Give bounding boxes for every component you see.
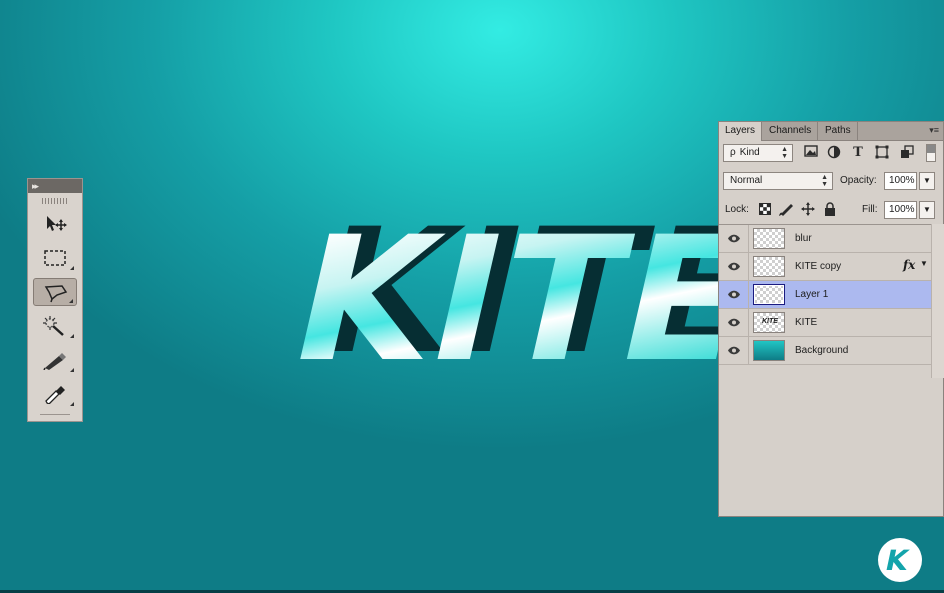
move-tool-icon (47, 216, 67, 231)
tab-channels[interactable]: Channels (763, 122, 819, 140)
blend-mode-select[interactable]: Normal ▲ ▼ (723, 172, 833, 190)
select-arrows-icon: ▲ ▼ (821, 174, 828, 188)
panel-grip[interactable] (42, 198, 68, 204)
pen-tool-button[interactable] (33, 346, 77, 374)
layer-thumbnail[interactable] (753, 340, 785, 361)
lock-transparent-pixels-icon[interactable] (759, 203, 771, 218)
polygonal-lasso-tool-button[interactable] (33, 278, 77, 306)
search-icon: ρ (730, 147, 736, 158)
layer-thumbnail[interactable] (753, 284, 785, 305)
layer-row-background[interactable]: Background (719, 337, 931, 365)
layer-visibility-toggle[interactable] (719, 281, 749, 308)
blend-mode-value: Normal (730, 175, 763, 186)
layers-list: blur KITE copy fx ▼ Layer 1 KITE KITE Ba… (719, 225, 931, 370)
opacity-label: Opacity: (840, 175, 877, 186)
filter-kind-label: Kind (739, 147, 760, 158)
layers-scrollbar[interactable] (931, 224, 944, 378)
fill-input[interactable]: 100% (884, 201, 917, 219)
eyedropper-tool-button[interactable] (33, 380, 77, 408)
magic-wand-icon (43, 316, 64, 336)
layer-name[interactable]: KITE copy (795, 260, 841, 273)
tool-flyout-indicator (70, 402, 74, 406)
lock-all-icon[interactable] (824, 202, 836, 219)
tool-flyout-indicator (69, 299, 73, 303)
magic-wand-tool-button[interactable] (33, 312, 77, 340)
layer-thumbnail[interactable] (753, 228, 785, 249)
marquee-tool-button[interactable] (33, 244, 77, 272)
layer-row-blur[interactable]: blur (719, 225, 931, 253)
fill-dropdown-button[interactable]: ▼ (919, 201, 935, 219)
layer-name[interactable]: KITE (795, 316, 817, 329)
eye-icon (728, 262, 740, 271)
fill-label: Fill: (862, 204, 878, 215)
expand-panel-icon[interactable]: ▸▸ (32, 181, 39, 191)
lock-image-pixels-icon[interactable] (779, 202, 795, 219)
opacity-input[interactable]: 100% (884, 172, 917, 190)
panel-menu-icon[interactable]: ▾≡ (929, 125, 939, 136)
eye-icon (728, 346, 740, 355)
layer-row-kite[interactable]: KITE KITE (719, 309, 931, 337)
layer-name[interactable]: Background (795, 344, 848, 357)
lock-label: Lock: (725, 204, 749, 215)
thumbnail-text: KITE (762, 318, 778, 325)
layer-name[interactable]: blur (795, 232, 812, 245)
artwork-face: KITE (274, 199, 770, 400)
type-filter-icon[interactable]: T (850, 145, 866, 161)
layer-thumbnail[interactable] (753, 256, 785, 277)
eye-icon (728, 234, 740, 243)
polygonal-lasso-icon (44, 285, 68, 303)
tools-panel-footer (40, 414, 70, 418)
panel-tabs: Layers Channels Paths ▾≡ (719, 122, 943, 141)
kite-artwork-text: KITE KITE (274, 191, 789, 400)
filter-toggle-switch[interactable] (926, 144, 936, 162)
rectangular-marquee-icon (44, 250, 66, 266)
opacity-dropdown-button[interactable]: ▼ (919, 172, 935, 190)
lock-position-icon[interactable] (801, 202, 815, 219)
layer-row-layer-1[interactable]: Layer 1 (719, 281, 931, 309)
expand-effects-icon[interactable]: ▼ (920, 259, 928, 268)
tools-panel-header[interactable]: ▸▸ (28, 179, 82, 193)
layer-visibility-toggle[interactable] (719, 253, 749, 280)
tab-layers[interactable]: Layers (719, 122, 763, 141)
eyedropper-icon (45, 386, 65, 404)
layer-visibility-toggle[interactable] (719, 337, 749, 364)
eye-icon (728, 318, 740, 327)
tab-paths[interactable]: Paths (819, 122, 858, 140)
kite-logo: K ite (876, 536, 930, 584)
tool-flyout-indicator (70, 266, 74, 270)
layer-name[interactable]: Layer 1 (795, 288, 828, 301)
logo-rest: ite (904, 552, 923, 568)
chevron-down-icon: ▼ (923, 205, 931, 214)
tool-flyout-indicator (70, 334, 74, 338)
eye-icon (728, 290, 740, 299)
layer-row-kite-copy[interactable]: KITE copy fx ▼ (719, 253, 931, 281)
select-arrows-icon: ▲ ▼ (781, 146, 788, 160)
layer-visibility-toggle[interactable] (719, 309, 749, 336)
tool-flyout-indicator (70, 368, 74, 372)
tools-panel: ▸▸ (27, 178, 83, 422)
layer-visibility-toggle[interactable] (719, 225, 749, 252)
adjustment-filter-icon[interactable] (826, 145, 842, 161)
shape-filter-icon[interactable] (874, 145, 890, 161)
image-filter-icon[interactable] (803, 145, 819, 161)
filter-kind-select[interactable]: ρ Kind ▲ ▼ (723, 144, 793, 162)
layers-panel: Layers Channels Paths ▾≡ ρ Kind ▲ ▼ T Norm… (718, 121, 944, 517)
pen-tool-icon (43, 353, 66, 370)
layer-thumbnail[interactable]: KITE (753, 312, 785, 333)
chevron-down-icon: ▼ (923, 176, 931, 185)
move-tool-button[interactable] (33, 210, 77, 238)
layer-effects-icon[interactable]: fx (903, 258, 915, 272)
smart-object-filter-icon[interactable] (899, 145, 915, 161)
